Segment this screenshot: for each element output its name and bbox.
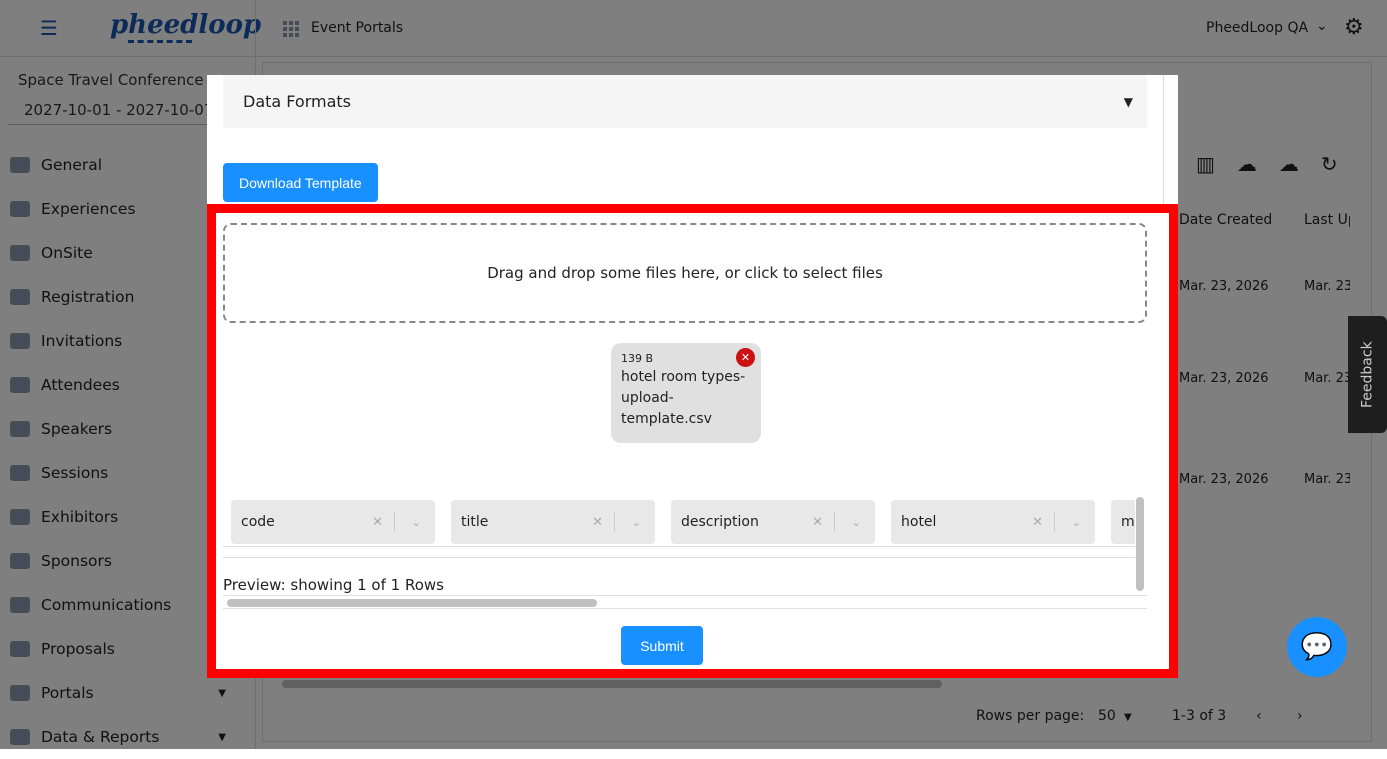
file-name: hotel room types-upload-template.csv	[621, 369, 746, 427]
scrollbar-thumb[interactable]	[227, 599, 597, 607]
clear-icon[interactable]: ✕	[372, 515, 383, 530]
chevron-down-icon[interactable]: ⌄	[412, 516, 421, 529]
chevron-down-icon[interactable]: ⌄	[1072, 516, 1081, 529]
column-select[interactable]: code ✕ ⌄	[231, 500, 435, 544]
submit-button[interactable]: Submit	[621, 626, 703, 665]
caret-down-icon[interactable]: ▼	[1124, 95, 1133, 109]
column-select-value: hotel	[901, 514, 937, 530]
feedback-tab[interactable]: Feedback	[1348, 316, 1387, 433]
chevron-down-icon[interactable]: ⌄	[852, 516, 861, 529]
separator	[394, 512, 395, 532]
column-select[interactable]: m✕⌄	[1111, 500, 1135, 544]
file-size: 139 B	[621, 352, 654, 365]
file-preview-card: 139 B hotel room types-upload-template.c…	[611, 343, 761, 443]
data-formats-accordion[interactable]: Data Formats ▼	[223, 75, 1147, 128]
separator	[834, 512, 835, 532]
column-select-value: title	[461, 514, 489, 530]
divider	[1163, 75, 1164, 205]
preview-status: Preview: showing 1 of 1 Rows	[223, 576, 444, 594]
column-select-value: description	[681, 514, 759, 530]
column-mapping-row: code ✕ ⌄ title ✕ ⌄ description ✕ ⌄ hotel ✕ ⌄ m✕⌄	[223, 497, 1135, 547]
clear-icon[interactable]: ✕	[1032, 515, 1043, 530]
remove-file-icon[interactable]: ✕	[736, 348, 755, 367]
clear-icon[interactable]: ✕	[592, 515, 603, 530]
clear-icon[interactable]: ✕	[812, 515, 823, 530]
column-select[interactable]: hotel ✕ ⌄	[891, 500, 1095, 544]
file-dropzone[interactable]: Drag and drop some files here, or click …	[223, 223, 1147, 323]
column-select-value: code	[241, 514, 275, 530]
accordion-title: Data Formats	[243, 92, 352, 111]
column-select[interactable]: title ✕ ⌄	[451, 500, 655, 544]
separator	[1054, 512, 1055, 532]
download-template-button[interactable]: Download Template	[223, 163, 378, 202]
chevron-down-icon[interactable]: ⌄	[632, 516, 641, 529]
divider	[223, 557, 1135, 558]
separator	[614, 512, 615, 532]
preview-vertical-scrollbar[interactable]	[1136, 497, 1144, 591]
chat-bubble-icon[interactable]: 💬	[1287, 617, 1347, 677]
column-select[interactable]: description ✕ ⌄	[671, 500, 875, 544]
preview-horizontal-scrollbar[interactable]	[223, 595, 1147, 609]
column-select-value: m	[1121, 514, 1135, 530]
